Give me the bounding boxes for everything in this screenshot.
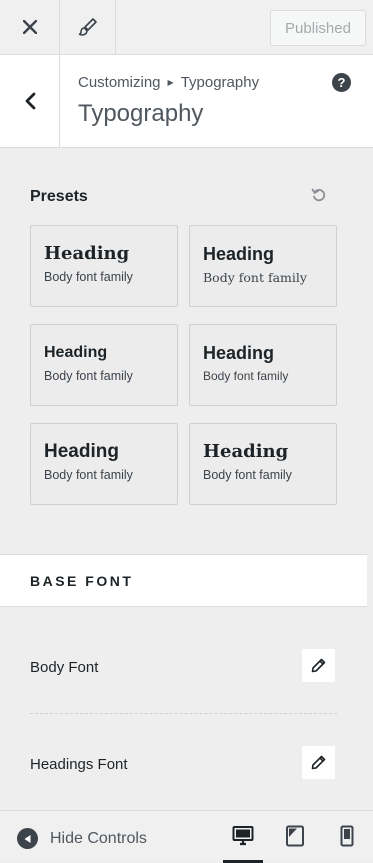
breadcrumb: Customizing ▶ Typography — [78, 74, 259, 91]
preset-heading: Heading — [203, 343, 275, 363]
preset-heading: Heading — [203, 441, 289, 462]
edit-headings-font-button[interactable] — [302, 746, 335, 779]
collapse-icon — [17, 828, 38, 849]
edit-body-font-button[interactable] — [302, 649, 335, 682]
preset-card-4[interactable]: Heading Body font family — [189, 324, 337, 406]
close-icon — [22, 20, 37, 34]
preset-body: Body font family — [203, 369, 289, 383]
headings-font-label: Headings Font — [30, 755, 128, 773]
divider — [30, 713, 337, 714]
preview-desktop-button[interactable] — [223, 825, 263, 863]
publish-button[interactable]: Published — [270, 10, 366, 46]
preset-card-3[interactable]: Heading Body font family — [30, 324, 178, 406]
help-icon[interactable]: ? — [332, 73, 351, 92]
preset-body: Body font family — [44, 270, 133, 284]
preset-card-2[interactable]: Heading Body font family — [189, 225, 337, 307]
customizer-topbar: Published — [0, 0, 373, 55]
chevron-left-icon — [25, 92, 35, 110]
preset-heading: Heading — [203, 244, 275, 264]
hide-controls-button[interactable]: Hide Controls — [17, 828, 147, 849]
tablet-icon — [286, 825, 304, 847]
customizer-footer: Hide Controls — [0, 810, 373, 863]
breadcrumb-current: Typography — [180, 74, 260, 91]
preset-heading: Heading — [44, 441, 119, 462]
preset-body: Body font family — [44, 468, 133, 482]
preview-tablet-button[interactable] — [275, 825, 315, 863]
preset-body: Body font family — [44, 369, 133, 383]
paint-brush-button[interactable] — [60, 0, 116, 54]
preset-body: Body font family — [203, 270, 307, 285]
body-font-row: Body Font — [30, 647, 337, 687]
preset-card-1[interactable]: Heading Body font family — [30, 225, 178, 307]
breadcrumb-root: Customizing — [78, 74, 161, 91]
pencil-icon — [311, 755, 326, 770]
breadcrumb-separator-icon: ▶ — [167, 78, 174, 87]
pencil-icon — [311, 658, 326, 673]
base-font-header: BASE FONT — [0, 554, 367, 607]
headings-font-row: Headings Font — [30, 744, 337, 784]
preset-heading: Heading — [44, 243, 130, 264]
desktop-icon — [232, 826, 254, 846]
mobile-icon — [340, 825, 354, 847]
reset-icon[interactable] — [311, 187, 327, 203]
back-button[interactable] — [0, 55, 60, 147]
preset-card-6[interactable]: Heading Body font family — [189, 423, 337, 505]
body-font-label: Body Font — [30, 658, 99, 676]
section-header: Customizing ▶ Typography Typography ? — [0, 55, 373, 148]
presets-label: Presets — [30, 188, 88, 205]
paint-brush-icon — [78, 18, 97, 36]
hide-controls-label: Hide Controls — [50, 829, 147, 847]
preset-body: Body font family — [203, 468, 292, 482]
preset-card-5[interactable]: Heading Body font family — [30, 423, 178, 505]
page-title: Typography — [78, 100, 204, 127]
preview-mobile-button[interactable] — [327, 825, 367, 863]
preset-heading: Heading — [44, 344, 108, 361]
close-button[interactable] — [0, 0, 60, 54]
